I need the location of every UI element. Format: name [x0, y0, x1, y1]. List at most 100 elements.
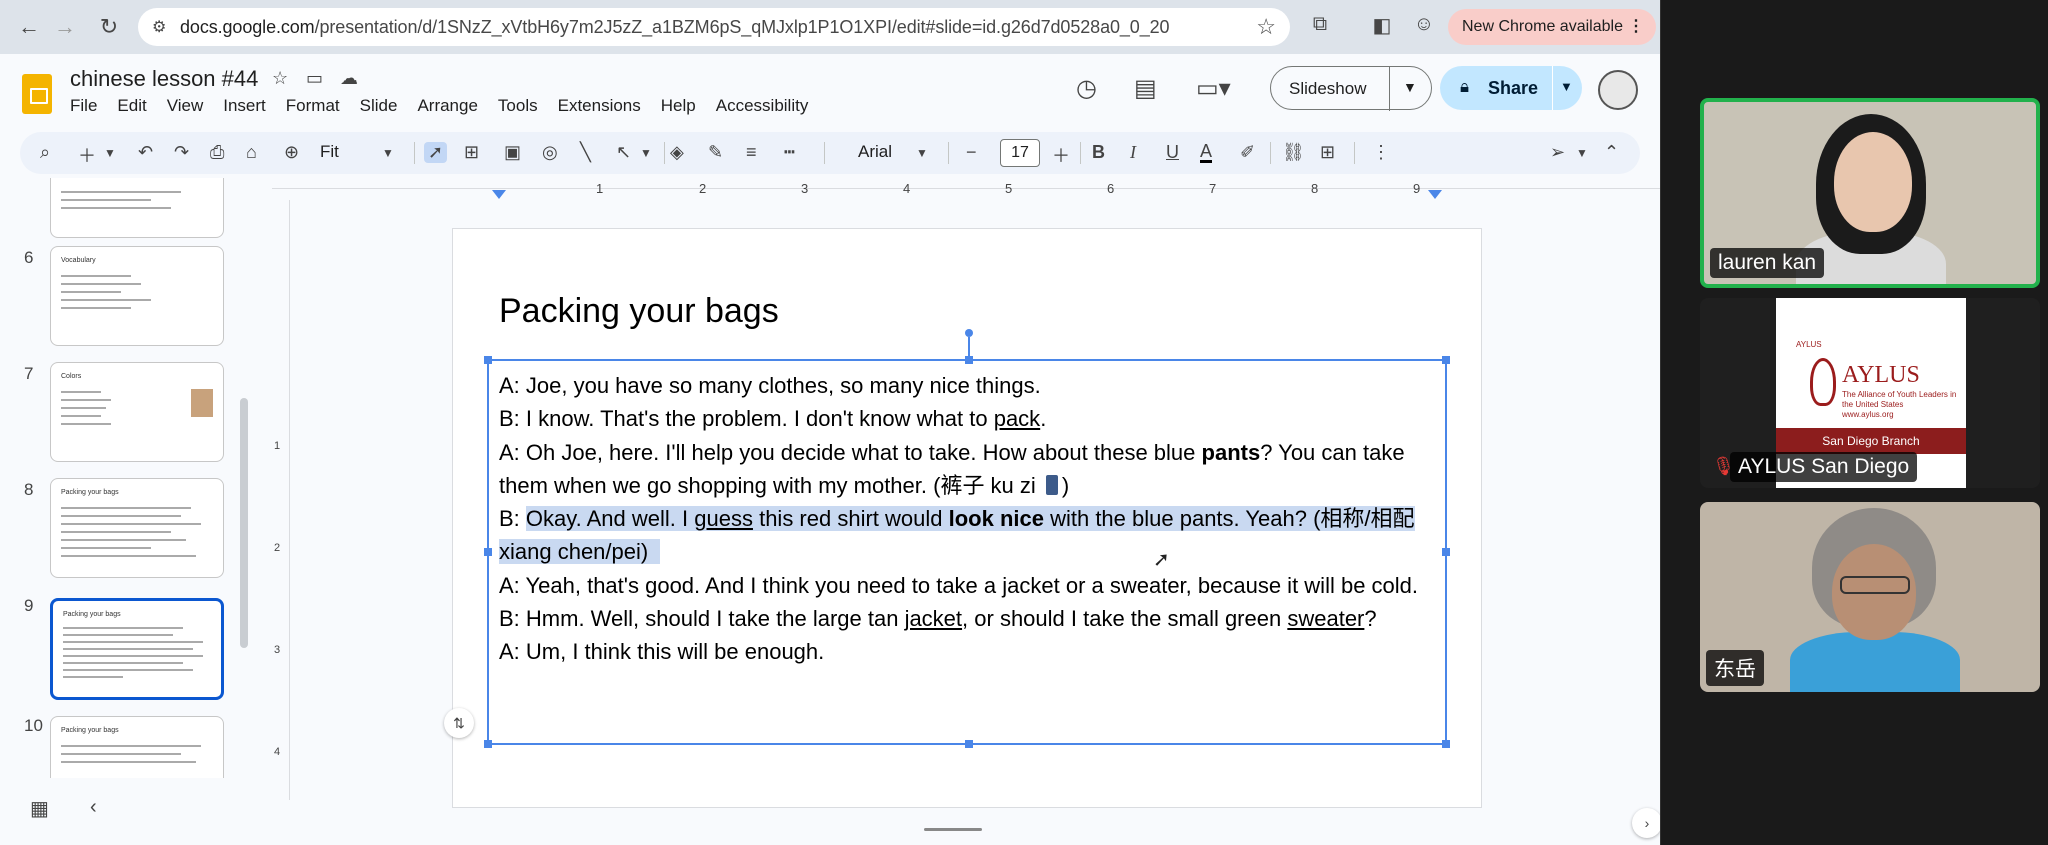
account-avatar[interactable] [1598, 70, 1638, 110]
filmstrip-scrollbar[interactable] [240, 398, 248, 648]
insert-link-icon[interactable]: ⛓ [1282, 142, 1305, 163]
resize-handle[interactable] [965, 356, 973, 364]
slide-thumbnail[interactable]: Colors [50, 362, 224, 462]
font-family-select[interactable]: Arial [858, 142, 892, 162]
back-arrow-icon[interactable]: ← [14, 12, 44, 42]
move-folder-icon[interactable]: ▭ [306, 68, 323, 89]
resize-handle[interactable] [965, 740, 973, 748]
new-slide-icon[interactable]: ＋ [78, 142, 96, 168]
participant-tile[interactable]: AYLUS AYLUS The Alliance of Youth Leader… [1700, 298, 2040, 488]
text-color-icon[interactable]: A [1200, 142, 1213, 163]
font-size-input[interactable]: 17 [1000, 139, 1040, 167]
chevron-down-icon[interactable]: ▼ [1576, 146, 1588, 160]
paint-format-icon[interactable]: ⌂ [246, 142, 257, 163]
url-text[interactable]: docs.google.com/presentation/d/1SNzZ_xVt… [180, 17, 1170, 38]
share-button[interactable]: 🔒︎ Share ▼ [1440, 66, 1582, 110]
bold-icon[interactable]: B [1092, 142, 1105, 163]
menu-tools[interactable]: Tools [498, 96, 538, 120]
rotate-handle[interactable] [965, 329, 973, 337]
text-box-icon[interactable]: ⊞ [464, 142, 479, 163]
border-dash-icon[interactable]: ┅ [784, 142, 795, 163]
slide-thumbnail[interactable]: Packing your bags [50, 478, 224, 578]
zoom-icon[interactable]: ⊕ [284, 142, 299, 163]
star-icon[interactable]: ☆ [272, 68, 288, 89]
decrease-font-size-icon[interactable]: − [966, 142, 977, 163]
participant-tile[interactable]: 东岳 [1700, 502, 2040, 692]
right-indent-marker[interactable] [1428, 190, 1442, 199]
border-weight-icon[interactable]: ≡ [746, 142, 757, 163]
highlight-color-icon[interactable]: ✐ [1240, 142, 1255, 163]
menu-file[interactable]: File [70, 96, 97, 120]
undo-icon[interactable]: ↶ [138, 142, 153, 163]
slides-logo-icon[interactable] [22, 74, 52, 114]
document-title[interactable]: chinese lesson #44 [70, 66, 258, 92]
menu-slide[interactable]: Slide [360, 96, 398, 120]
chevron-down-icon[interactable]: ▼ [1403, 79, 1417, 95]
italic-icon[interactable]: I [1130, 142, 1136, 163]
left-indent-marker[interactable] [492, 190, 506, 199]
arrow-line-icon[interactable]: ↖ [616, 142, 631, 163]
resize-handle[interactable] [484, 356, 492, 364]
slide-thumbnail[interactable]: Vocabulary [50, 246, 224, 346]
text-selection[interactable]: Okay. And well. I guess this red shirt w… [499, 506, 1415, 565]
chevron-down-icon[interactable]: ▼ [1560, 79, 1573, 94]
collapse-panel-icon[interactable]: ‹ [90, 796, 97, 819]
side-panel-collapse-icon[interactable]: › [1632, 808, 1660, 838]
slide-thumbnail[interactable] [50, 178, 224, 238]
increase-font-size-icon[interactable]: ＋ [1052, 142, 1070, 168]
pen-tool-icon[interactable]: ➢ [1550, 142, 1565, 163]
slideshow-button[interactable]: Slideshow ▼ [1270, 66, 1432, 111]
dialogue-text[interactable]: A: Joe, you have so many clothes, so man… [499, 369, 1439, 669]
chevron-down-icon[interactable]: ▼ [916, 146, 928, 160]
chevron-down-icon[interactable]: ▼ [382, 146, 394, 160]
comments-icon[interactable]: ▤ [1134, 74, 1157, 103]
participant-tile-active[interactable]: lauren kan [1700, 98, 2040, 288]
profile-icon[interactable]: ☺ [1410, 13, 1438, 41]
resize-handle[interactable] [484, 740, 492, 748]
chevron-down-icon[interactable]: ▼ [640, 146, 652, 160]
menu-format[interactable]: Format [286, 96, 340, 120]
menu-help[interactable]: Help [661, 96, 696, 120]
meet-camera-icon[interactable]: ▭▾ [1196, 74, 1231, 103]
bookmark-star-icon[interactable]: ☆ [1256, 14, 1276, 40]
address-bar[interactable]: ⚙ docs.google.com/presentation/d/1SNzZ_x… [138, 8, 1290, 46]
fill-color-icon[interactable]: ◈ [670, 142, 684, 163]
redo-icon[interactable]: ↷ [174, 142, 189, 163]
border-color-icon[interactable]: ✎ [708, 142, 723, 163]
underline-icon[interactable]: U [1166, 142, 1179, 163]
menu-accessibility[interactable]: Accessibility [716, 96, 809, 120]
slide-thumbnail[interactable]: Packing your bags [50, 716, 224, 778]
autofit-icon[interactable]: ⇅ [444, 708, 474, 738]
kebab-menu-icon[interactable]: ⋮ [1628, 9, 1644, 45]
resize-handle[interactable] [484, 548, 492, 556]
resize-handle[interactable] [1442, 548, 1450, 556]
collapse-toolbar-icon[interactable]: ⌃ [1604, 142, 1619, 163]
zoom-select[interactable]: Fit [320, 142, 339, 162]
reload-icon[interactable]: ↻ [94, 12, 124, 42]
speaker-notes-handle[interactable] [924, 828, 982, 831]
version-history-icon[interactable]: ◷ [1076, 74, 1097, 103]
shape-icon[interactable]: ◎ [542, 142, 558, 163]
menu-extensions[interactable]: Extensions [558, 96, 641, 120]
slide-thumbnail-selected[interactable]: Packing your bags [50, 598, 224, 700]
menu-view[interactable]: View [167, 96, 204, 120]
print-icon[interactable]: ⎙ [210, 142, 224, 163]
site-info-icon[interactable]: ⚙ [152, 17, 172, 37]
slide-title[interactable]: Packing your bags [499, 292, 779, 331]
menu-arrange[interactable]: Arrange [417, 96, 477, 120]
select-cursor-icon[interactable]: ➚ [424, 142, 448, 163]
menu-edit[interactable]: Edit [117, 96, 146, 120]
selected-text-box[interactable]: A: Joe, you have so many clothes, so man… [484, 356, 1450, 748]
image-icon[interactable]: ▣ [504, 142, 521, 163]
menu-insert[interactable]: Insert [223, 96, 266, 120]
line-icon[interactable]: ╲ [580, 142, 591, 163]
resize-handle[interactable] [1442, 740, 1450, 748]
grid-view-icon[interactable]: ▦ [30, 796, 49, 821]
more-options-icon[interactable]: ⋮ [1372, 142, 1390, 163]
add-comment-icon[interactable]: ⊞ [1320, 142, 1335, 163]
resize-handle[interactable] [1442, 356, 1450, 364]
search-icon[interactable]: ⌕ [40, 142, 50, 163]
side-panel-icon[interactable]: ◧ [1368, 13, 1396, 41]
extensions-icon[interactable]: ⧉ [1306, 13, 1334, 41]
chevron-down-icon[interactable]: ▼ [104, 146, 116, 160]
